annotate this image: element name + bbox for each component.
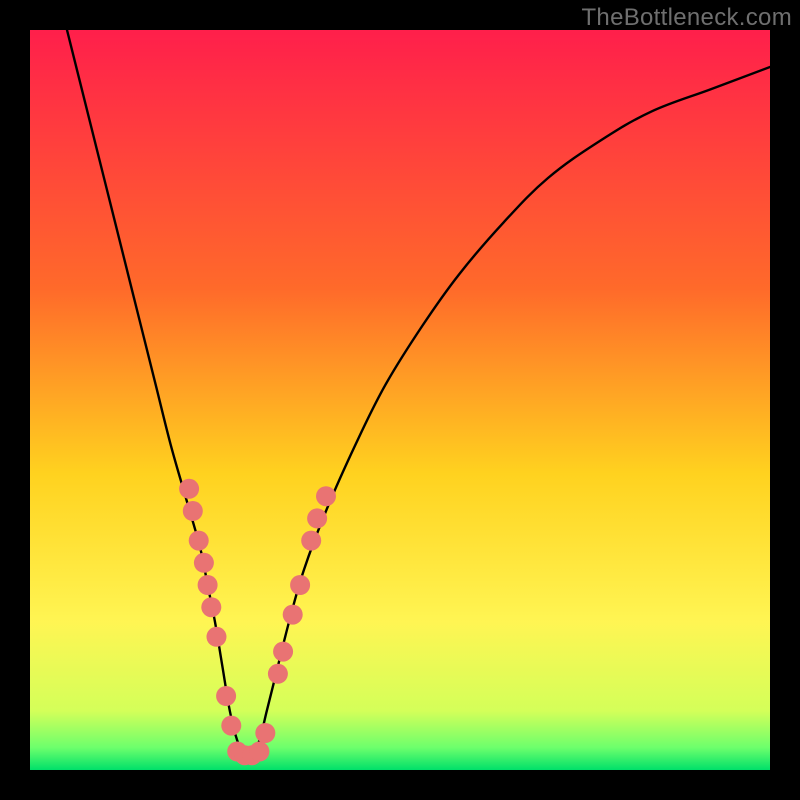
marker-dot (249, 742, 269, 762)
marker-dot (290, 575, 310, 595)
marker-dot (221, 716, 241, 736)
watermark-text: TheBottleneck.com (581, 4, 792, 32)
marker-dot (307, 508, 327, 528)
marker-dot (179, 479, 199, 499)
marker-dot (268, 664, 288, 684)
marker-dot (201, 597, 221, 617)
marker-dot (255, 723, 275, 743)
marker-dot (216, 686, 236, 706)
marker-dot (206, 627, 226, 647)
marker-dot (316, 486, 336, 506)
marker-dot (301, 531, 321, 551)
gradient-background (30, 30, 770, 770)
chart-svg (30, 30, 770, 770)
marker-dot (198, 575, 218, 595)
chart-frame: TheBottleneck.com (0, 0, 800, 800)
plot-area (30, 30, 770, 770)
marker-dot (273, 642, 293, 662)
marker-dot (183, 501, 203, 521)
marker-dot (189, 531, 209, 551)
marker-dot (194, 553, 214, 573)
marker-dot (283, 605, 303, 625)
